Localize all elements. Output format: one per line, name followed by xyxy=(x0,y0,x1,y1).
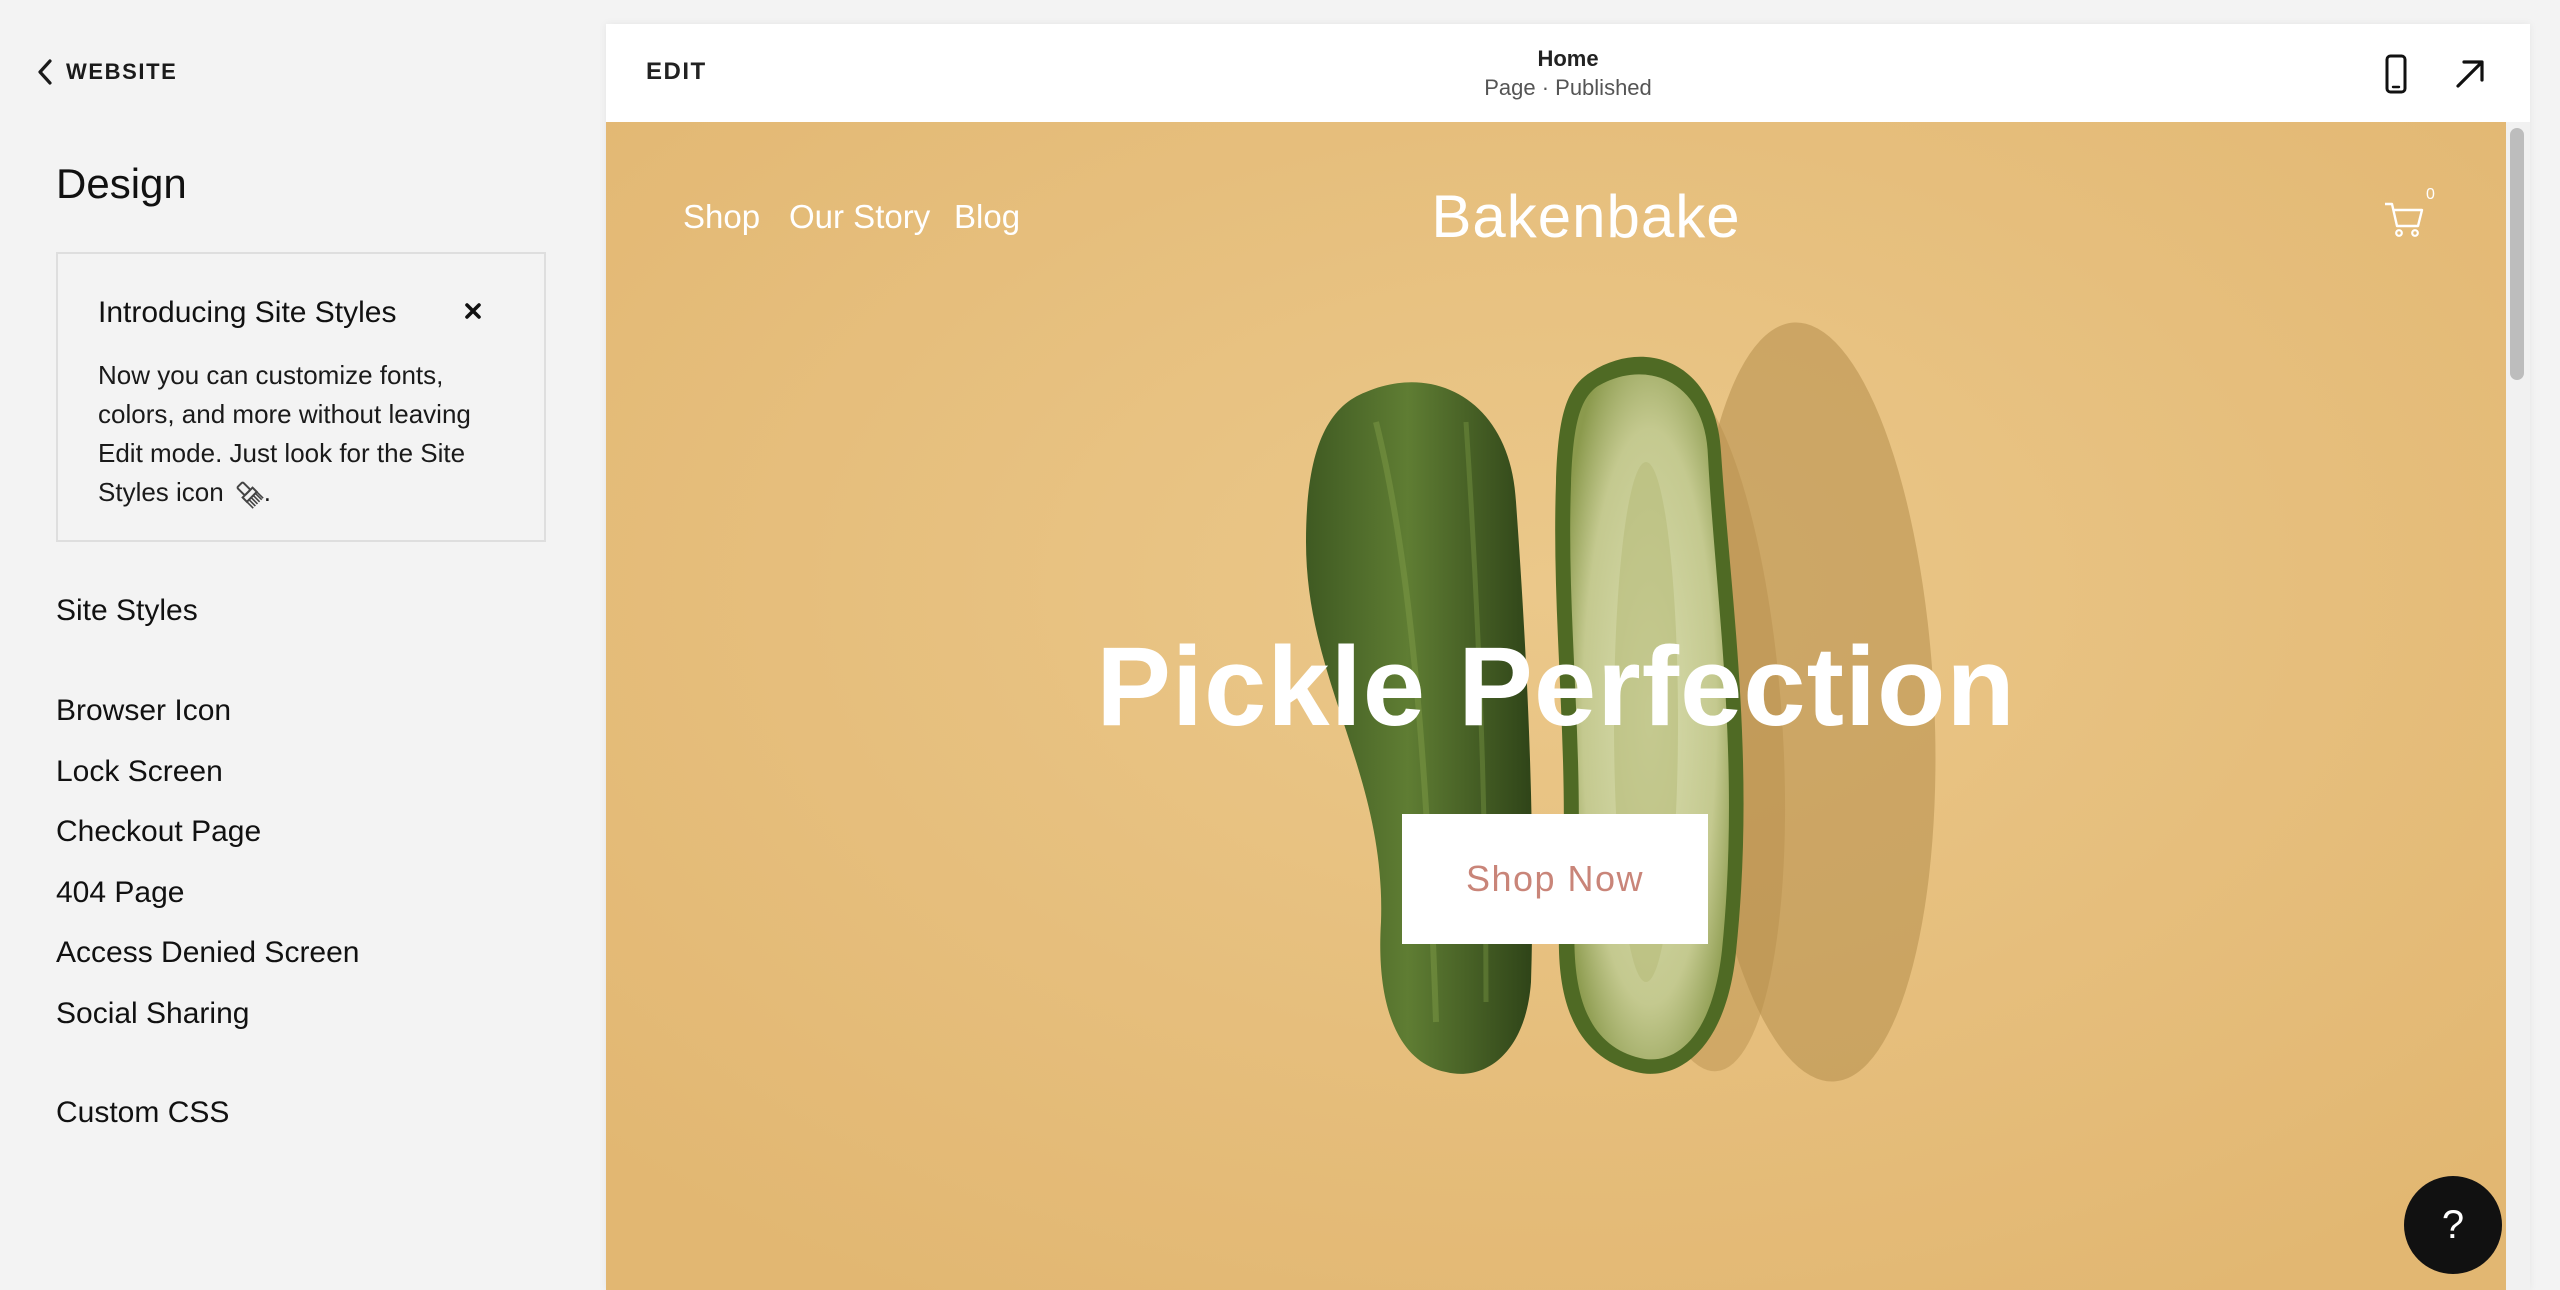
preview-toolbar: EDIT Home Page · Published xyxy=(606,24,2530,123)
cart-count-badge: 0 xyxy=(2426,186,2435,203)
help-button[interactable]: ? xyxy=(2404,1176,2502,1274)
paintbrush-icon xyxy=(234,479,264,509)
design-sidebar: WEBSITE Design Introducing Site Styles N… xyxy=(0,0,606,1290)
site-styles-intro-card: Introducing Site Styles Now you can cust… xyxy=(56,252,546,542)
scrollbar-thumb[interactable] xyxy=(2510,128,2524,380)
sidebar-item-404-page[interactable]: 404 Page xyxy=(56,876,184,910)
page-info: Home Page · Published xyxy=(606,44,2530,102)
mobile-icon[interactable] xyxy=(2378,52,2414,96)
panel-title: Design xyxy=(56,160,187,207)
back-link-label: WEBSITE xyxy=(66,59,178,84)
sidebar-item-custom-css[interactable]: Custom CSS xyxy=(56,1096,229,1130)
sidebar-item-browser-icon[interactable]: Browser Icon xyxy=(56,694,231,728)
sidebar-item-checkout-page[interactable]: Checkout Page xyxy=(56,815,261,849)
sidebar-item-access-denied-screen[interactable]: Access Denied Screen xyxy=(56,936,360,970)
site-nav-blog[interactable]: Blog xyxy=(954,198,1020,236)
site-preview-frame: EDIT Home Page · Published Shop Our Stor… xyxy=(606,24,2530,1290)
close-icon[interactable] xyxy=(460,298,486,324)
shop-now-button[interactable]: Shop Now xyxy=(1402,814,1708,944)
cart-icon[interactable] xyxy=(2382,196,2426,240)
sidebar-item-site-styles[interactable]: Site Styles xyxy=(56,594,198,628)
chevron-left-icon xyxy=(38,59,52,85)
help-icon: ? xyxy=(2441,1202,2465,1247)
preview-scrollbar[interactable] xyxy=(2506,122,2530,1290)
intro-card-period: . xyxy=(263,477,271,507)
intro-card-body: Now you can customize fonts, colors, and… xyxy=(98,360,471,507)
site-logo[interactable]: Bakenbake xyxy=(1406,182,1766,251)
intro-card-text: Now you can customize fonts, colors, and… xyxy=(98,356,518,512)
site-nav-our-story[interactable]: Our Story xyxy=(789,198,930,236)
intro-card-title: Introducing Site Styles xyxy=(98,296,397,329)
site-nav-shop[interactable]: Shop xyxy=(683,198,760,236)
page-name: Home xyxy=(1537,46,1599,71)
site-hero-section: Shop Our Story Blog Bakenbake 0 Pickle P… xyxy=(606,122,2506,1290)
expand-arrow-icon[interactable] xyxy=(2452,56,2488,92)
sidebar-item-social-sharing[interactable]: Social Sharing xyxy=(56,997,249,1031)
sidebar-item-lock-screen[interactable]: Lock Screen xyxy=(56,755,223,789)
back-to-website-link[interactable]: WEBSITE xyxy=(34,58,177,86)
hero-title: Pickle Perfection xyxy=(1096,624,2016,749)
page-status: Page · Published xyxy=(1484,75,1652,100)
